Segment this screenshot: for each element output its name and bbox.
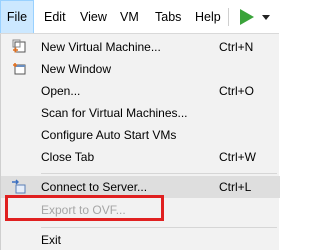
menu-item-shortcut: Ctrl+L [219, 180, 252, 194]
new-window-icon [13, 63, 26, 75]
menu-item-shortcut: Ctrl+N [219, 40, 254, 54]
menu-item-exit[interactable]: Exit [1, 229, 280, 251]
menu-item-label: Close Tab [41, 150, 95, 164]
menu-item-open[interactable]: Open... Ctrl+O [1, 80, 280, 102]
menu-separator [41, 173, 277, 174]
connect-server-icon [12, 179, 26, 194]
menu-item-label: New Window [41, 62, 112, 76]
menu-item-configure-auto-start[interactable]: Configure Auto Start VMs [1, 124, 280, 146]
menu-vm[interactable]: VM [120, 0, 139, 33]
menu-help[interactable]: Help [195, 0, 221, 33]
toolbar-separator [228, 8, 229, 26]
menu-file[interactable]: File [0, 0, 34, 33]
menu-item-new-virtual-machine[interactable]: New Virtual Machine... Ctrl+N [1, 36, 280, 58]
menu-bar: File Edit View VM Tabs Help [0, 0, 279, 34]
new-vm-icon [12, 39, 26, 53]
menu-item-label: Open... [41, 84, 81, 98]
menu-item-shortcut: Ctrl+O [219, 84, 255, 98]
menu-separator [41, 227, 277, 228]
menu-view[interactable]: View [80, 0, 107, 33]
chevron-down-icon[interactable] [262, 15, 270, 20]
menu-item-new-window[interactable]: New Window [1, 58, 280, 80]
power-on-icon[interactable] [240, 9, 254, 25]
menu-item-shortcut: Ctrl+W [219, 150, 256, 164]
menu-item-label: New Virtual Machine... [41, 40, 161, 54]
menu-tabs[interactable]: Tabs [155, 0, 181, 33]
menu-edit[interactable]: Edit [44, 0, 66, 33]
annotation-highlight-box [5, 195, 164, 221]
menu-item-scan-vms[interactable]: Scan for Virtual Machines... [1, 102, 280, 124]
menu-item-label: Scan for Virtual Machines... [41, 106, 188, 120]
menu-item-close-tab[interactable]: Close Tab Ctrl+W [1, 146, 280, 168]
menu-item-label: Exit [41, 233, 62, 247]
menu-item-label: Configure Auto Start VMs [41, 128, 177, 142]
